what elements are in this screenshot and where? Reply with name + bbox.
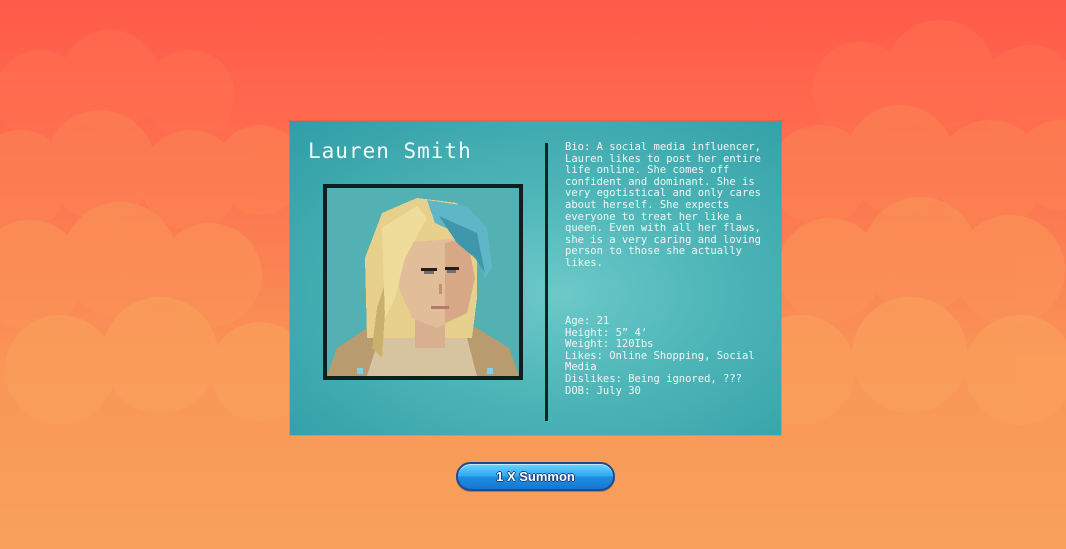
character-portrait (323, 184, 523, 380)
character-stats: Age: 21 Height: 5” 4’ Weight: 120Ibs Lik… (565, 315, 775, 397)
character-name: Lauren Smith (308, 139, 472, 163)
stat-dob: DOB: July 30 (565, 384, 641, 397)
summon-button[interactable]: 1 X Summon (456, 462, 615, 491)
summon-button-label: 1 X Summon (496, 469, 575, 484)
character-card: Lauren Smith Bio: A social media influen… (290, 121, 781, 435)
card-divider (545, 143, 548, 421)
stat-age: Age: 21 (565, 315, 610, 327)
portrait-image (327, 188, 519, 376)
character-bio: Bio: A social media influencer, Lauren l… (565, 141, 761, 269)
stat-likes: Likes: Online Shopping, Social Media (565, 349, 755, 374)
stat-dislikes: Dislikes: Being ignored, ??? (565, 372, 743, 385)
